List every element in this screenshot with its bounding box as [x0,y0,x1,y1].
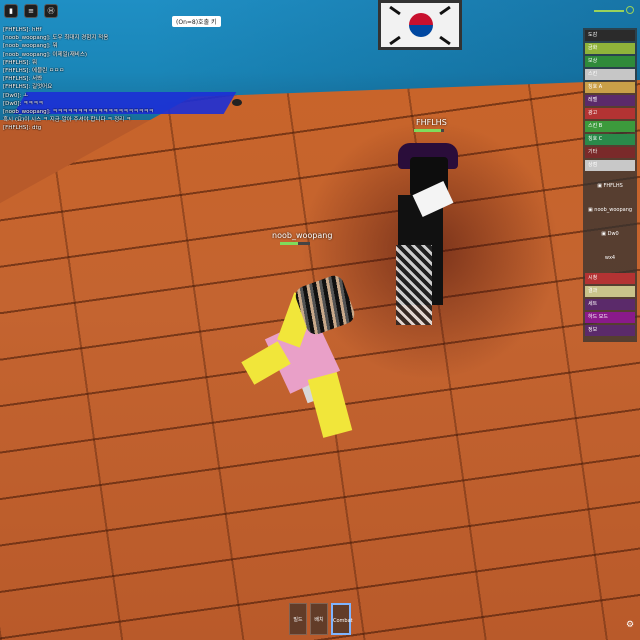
player-list-name: wx4 [604,255,616,261]
chat-toggle-icon[interactable]: ≡ [24,4,38,18]
chat-message: [FHFLHS]: 에블린 ㅁㅁㅁ [3,68,65,75]
menu-button[interactable]: 상점 [585,160,635,171]
player-health-bar [280,242,310,245]
player-avatar-noob-woopang[interactable] [241,272,365,450]
chat-message: [noob_woopang]: 도우 최대지 경험지 적음 [3,35,109,42]
menu-button[interactable]: 스킨 B [585,121,635,132]
chat-message: [FHFLHS]: 길엇어요 [3,84,53,91]
chat-message: [Dw0]: ㅗ [3,92,29,99]
flag-trigram [389,5,401,16]
player-health-fill [280,242,298,245]
avatar-leg [307,372,353,438]
menu-button[interactable]: 결과 [585,286,635,297]
avatar-legs [396,245,432,325]
chat-message: [FHFLHS]: hHf [3,27,42,33]
chat-message: [FHFLHS]: 뭐 [3,59,38,66]
chat-message: [noob_woopang]: ㅋㅋㅋㅋㅋㅋㅋㅋㅋㅋㅋㅋㅋㅋㅋㅋㅋㅋㅋㅋ [3,109,154,116]
player-list-entry[interactable]: ▣ FHFLHS [585,183,635,189]
chat-message: [Dw0]: ㅋㅋㅋㅋ [3,100,44,107]
chat-message: [FHFLHS]: 서봐 [3,76,43,83]
flag-trigram [389,35,401,46]
menu-button[interactable]: 금화 [585,43,635,54]
player-list-entry[interactable]: ▣ Dw0 [585,231,635,237]
player-nametag: noob_woopang [272,231,333,240]
menu-button[interactable]: 칭호 A [585,82,635,93]
menu-button[interactable]: 도감 [585,30,635,41]
level-icon [626,6,634,14]
korean-flag [378,0,462,50]
hotbar-slot[interactable]: 빌드 [289,603,307,635]
settings-icon[interactable]: ⚙ [626,620,636,632]
menu-button[interactable]: 시청 [585,273,635,284]
chat-message: [noob_woopang]: 뭐 [3,43,58,50]
menu-button[interactable]: 칭호 C [585,134,635,145]
flag-trigram [439,35,451,46]
chat-log: [FHFLHS]: hHf [noob_woopang]: 도우 최대지 경험지 … [3,26,193,133]
player-list-entry[interactable]: ▣ noob_woopang [585,207,635,213]
player-list-name: noob_woopang [594,207,633,213]
player-health-bar [414,129,444,132]
player-avatar-fhflhs[interactable] [388,135,468,335]
menu-button[interactable]: 세트 [585,299,635,310]
backpack-icon[interactable]: Ⓗ [44,4,58,18]
menu-button[interactable]: 보상 [585,56,635,67]
flag-trigram [439,5,451,16]
hotbar-slot[interactable]: 배치 [310,603,328,635]
menu-button[interactable]: 하드 모드 [585,312,635,323]
roblox-menu-icon[interactable]: ▮ [4,4,18,18]
chat-message: [noob_woopang]: 이제일(재비스) [3,51,88,58]
chat-message: 혹시 (요)이 시스 ㅋ 지금 알아 주셔야 합니다 ㅋ 정리 ㅋ [3,117,132,124]
taegeuk-symbol [409,13,433,37]
player-list-entry[interactable]: wx4 [585,255,635,261]
floor-object [232,99,242,106]
menu-button[interactable]: 광고 [585,108,635,119]
player-list-name: FHFLHS [603,183,623,189]
top-menu: ▮ ≡ Ⓗ [4,4,58,18]
menu-button[interactable]: 정보 [585,325,635,336]
menu-button[interactable]: 스킨 [585,69,635,80]
menu-button[interactable]: 기타 [585,147,635,158]
chat-message: [FHFLHS]: dtg [3,125,42,132]
hotbar: 빌드 배치 Combat [289,603,353,635]
xp-bar [594,10,624,12]
player-list-name: Dw0 [607,231,619,237]
hotbar-slot[interactable]: Combat [331,603,353,635]
player-nametag: FHFLHS [416,118,447,127]
menu-button[interactable]: 레벨 [585,95,635,106]
player-health-fill [414,129,441,132]
side-menu-panel: 도감금화보상스킨칭호 A 레벨광고스킨 B 칭호 C 기타상점 ▣ FHFLHS ▣ no… [583,28,637,342]
